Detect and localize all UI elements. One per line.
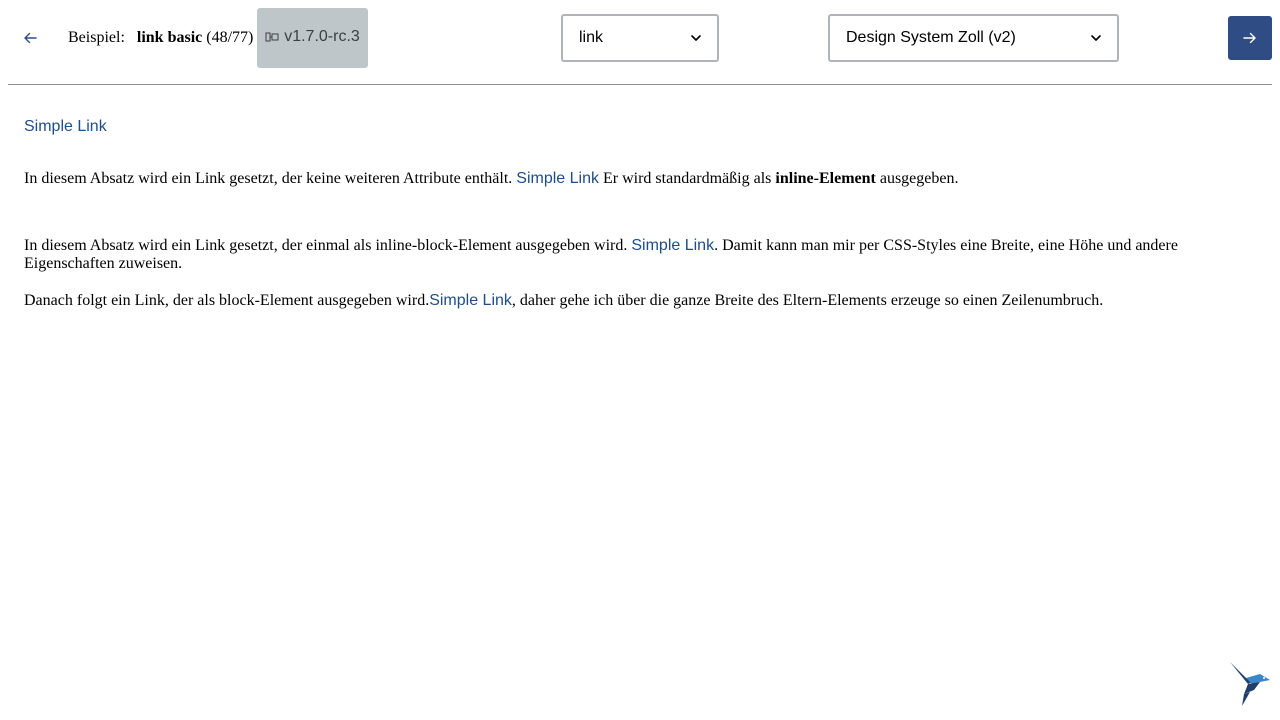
- simple-link-inline-block[interactable]: Simple Link: [631, 237, 714, 255]
- top-bar: Beispiel: link basic (48/77) v1.7.0-rc.3…: [0, 0, 1280, 76]
- paragraph-text: Danach folgt ein Link, der als block-Ele…: [24, 292, 430, 309]
- paragraph-text: In diesem Absatz wird ein Link gesetzt, …: [24, 170, 513, 187]
- example-content: Simple Link In diesem Absatz wird ein Li…: [24, 116, 1256, 309]
- breadcrumb: Beispiel: link basic (48/77): [68, 28, 253, 48]
- simple-link-title[interactable]: Simple Link: [24, 116, 1256, 138]
- paragraph-block: Danach folgt ein Link, der als block-Ele…: [24, 292, 1256, 310]
- arrow-left-icon: [23, 32, 37, 44]
- example-name: link basic: [136, 29, 203, 46]
- chevron-down-icon: [691, 35, 701, 41]
- paragraph-text: ausgegeben.: [879, 170, 959, 187]
- example-count: (48/77): [206, 29, 254, 46]
- version-label: v1.7.0-rc.3: [284, 28, 360, 45]
- version-badge[interactable]: v1.7.0-rc.3: [257, 8, 368, 68]
- bookmark-icon: [265, 31, 279, 43]
- paragraph-text: In diesem Absatz wird ein Link gesetzt, …: [24, 237, 628, 254]
- paragraph-text: Er wird standardmäßig als: [603, 170, 772, 187]
- chevron-down-icon: [1091, 35, 1101, 41]
- component-select[interactable]: link: [561, 14, 719, 62]
- arrow-right-icon: [1243, 32, 1257, 44]
- header-divider: [8, 84, 1272, 85]
- hummingbird-logo-icon: [1226, 660, 1274, 708]
- next-button[interactable]: [1228, 16, 1272, 60]
- theme-select-value: Design System Zoll (v2): [846, 29, 1016, 46]
- paragraph-inline-block: In diesem Absatz wird ein Link gesetzt, …: [24, 237, 1204, 273]
- back-button[interactable]: [16, 24, 44, 52]
- simple-link-block[interactable]: Simple Link: [429, 292, 512, 309]
- simple-link-inline[interactable]: Simple Link: [516, 170, 599, 187]
- paragraph-bold-text: inline-Element: [775, 170, 876, 187]
- paragraph-inline: In diesem Absatz wird ein Link gesetzt, …: [24, 170, 1256, 188]
- theme-select[interactable]: Design System Zoll (v2): [828, 14, 1119, 62]
- breadcrumb-label: Beispiel:: [68, 29, 125, 46]
- component-select-value: link: [579, 29, 604, 46]
- paragraph-text: , daher gehe ich über die ganze Breite d…: [511, 292, 1104, 309]
